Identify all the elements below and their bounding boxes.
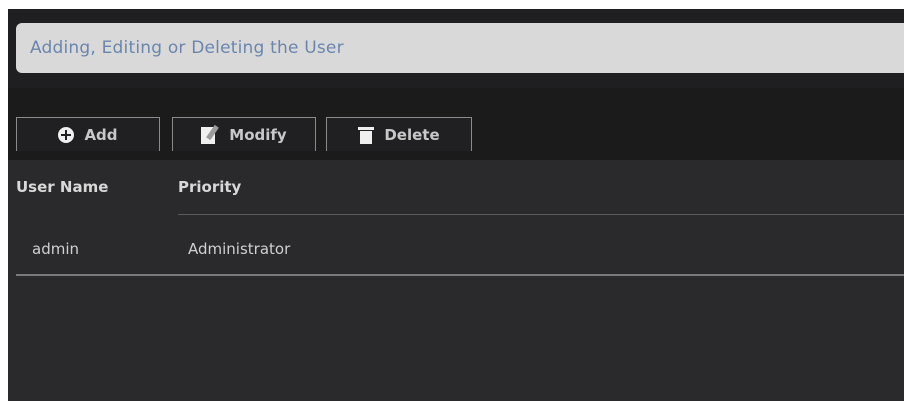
trash-icon xyxy=(358,126,375,144)
add-button[interactable]: Add xyxy=(16,117,160,151)
modify-button-label: Modify xyxy=(229,125,287,144)
plus-circle-icon xyxy=(58,126,75,143)
add-button-label: Add xyxy=(84,125,118,144)
title-bar: Adding, Editing or Deleting the User xyxy=(16,23,904,73)
column-header-priority[interactable]: Priority xyxy=(178,178,241,196)
delete-button[interactable]: Delete xyxy=(326,117,472,151)
header-divider xyxy=(178,214,904,215)
delete-button-label: Delete xyxy=(384,125,440,144)
user-table xyxy=(8,160,904,401)
cell-user-name: admin xyxy=(32,240,79,258)
column-header-user-name[interactable]: User Name xyxy=(16,178,108,196)
cell-priority: Administrator xyxy=(188,240,291,258)
row-divider xyxy=(16,274,904,276)
modify-button[interactable]: Modify xyxy=(172,117,316,151)
edit-icon xyxy=(201,124,220,145)
page-title: Adding, Editing or Deleting the User xyxy=(30,38,344,58)
